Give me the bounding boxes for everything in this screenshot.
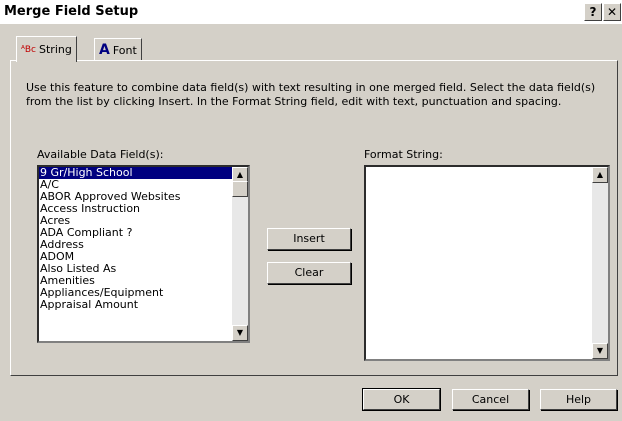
- close-title-button[interactable]: ✕: [603, 3, 621, 21]
- close-icon: ✕: [606, 5, 618, 19]
- list-item[interactable]: 9 Gr/High School: [39, 167, 232, 179]
- down-arrow-icon: ▼: [236, 328, 244, 337]
- down-arrow-icon: ▼: [596, 346, 604, 355]
- format-string-label: Format String:: [364, 148, 443, 161]
- tab-font[interactable]: A Font: [94, 38, 142, 61]
- available-fields-list[interactable]: 9 Gr/High School A/C ABOR Approved Website…: [37, 165, 250, 343]
- scroll-thumb[interactable]: [232, 181, 248, 197]
- up-arrow-icon: ▲: [236, 170, 244, 179]
- window-title: Merge Field Setup: [4, 4, 139, 19]
- help-title-button[interactable]: ?: [584, 3, 602, 21]
- list-item[interactable]: Appraisal Amount: [39, 299, 232, 311]
- description-text: Use this feature to combine data field(s…: [26, 81, 596, 108]
- tab-string[interactable]: ᴬBc String: [16, 36, 77, 62]
- available-fields-label: Available Data Field(s):: [37, 148, 164, 161]
- merge-field-setup-dialog: Merge Field Setup ? ✕ ᴬBc String A Font …: [0, 0, 622, 421]
- scroll-down-button[interactable]: ▼: [232, 325, 248, 341]
- ok-button[interactable]: OK: [362, 388, 441, 411]
- format-scroll-down-button[interactable]: ▼: [592, 343, 608, 359]
- format-scroll-up-button[interactable]: ▲: [592, 167, 608, 183]
- title-bar: Merge Field Setup ? ✕: [0, 0, 622, 24]
- abc-text-icon: ᴬBc: [21, 44, 36, 55]
- up-arrow-icon: ▲: [596, 170, 604, 179]
- clear-button[interactable]: Clear: [267, 262, 351, 284]
- insert-button[interactable]: Insert: [267, 228, 351, 250]
- tab-font-label: Font: [112, 43, 137, 57]
- help-button[interactable]: Help: [540, 389, 617, 410]
- question-mark-icon: ?: [589, 5, 597, 19]
- cancel-button[interactable]: Cancel: [452, 389, 529, 410]
- format-scrollbar[interactable]: ▲ ▼: [592, 167, 608, 359]
- font-a-icon: A: [99, 42, 110, 58]
- tab-string-label: String: [39, 43, 72, 56]
- list-scrollbar[interactable]: ▲ ▼: [232, 167, 248, 341]
- format-string-field[interactable]: ▲ ▼: [364, 165, 610, 361]
- list-items: 9 Gr/High School A/C ABOR Approved Website…: [39, 167, 232, 311]
